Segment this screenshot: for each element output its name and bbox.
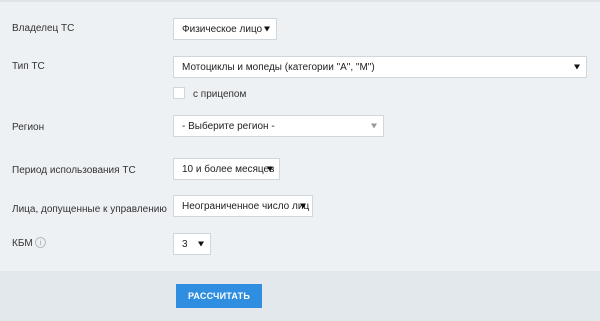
kbm-select[interactable]: 3 bbox=[173, 233, 211, 255]
owner-select-value: Физическое лицо bbox=[182, 23, 263, 35]
calculate-button[interactable]: РАССЧИТАТЬ bbox=[176, 284, 262, 308]
chevron-down-icon bbox=[574, 64, 580, 70]
region-select-value: - Выберите регион - bbox=[182, 120, 275, 132]
chevron-down-icon bbox=[300, 203, 306, 209]
kbm-select-value: 3 bbox=[182, 238, 188, 250]
owner-select[interactable]: Физическое лицо bbox=[173, 18, 277, 40]
trailer-checkbox-label[interactable]: с прицепом bbox=[193, 89, 246, 100]
usage-period-label: Период использования ТС bbox=[12, 165, 136, 176]
form-footer bbox=[0, 271, 600, 321]
owner-label: Владелец ТС bbox=[12, 23, 75, 34]
chevron-down-icon bbox=[267, 166, 273, 172]
osago-calculator-form: Владелец ТС Физическое лицо Тип ТС Мотоц… bbox=[0, 0, 600, 321]
chevron-down-icon bbox=[198, 241, 204, 247]
vehicle-type-select[interactable]: Мотоциклы и мопеды (категории "A", "M") bbox=[173, 56, 587, 78]
usage-period-select-value: 10 и более месяцев bbox=[182, 163, 275, 175]
region-select[interactable]: - Выберите регион - bbox=[173, 115, 384, 137]
region-label: Регион bbox=[12, 122, 45, 133]
info-icon[interactable]: i bbox=[35, 237, 46, 248]
usage-period-select[interactable]: 10 и более месяцев bbox=[173, 158, 280, 180]
trailer-checkbox[interactable] bbox=[173, 87, 185, 99]
vehicle-type-select-value: Мотоциклы и мопеды (категории "A", "M") bbox=[182, 61, 375, 73]
drivers-select[interactable]: Неограниченное число лиц bbox=[173, 195, 313, 217]
drivers-select-value: Неограниченное число лиц bbox=[182, 200, 310, 212]
drivers-label: Лица, допущенные к управлению bbox=[12, 204, 167, 215]
chevron-down-icon bbox=[371, 123, 377, 129]
top-divider bbox=[0, 0, 600, 2]
chevron-down-icon bbox=[264, 26, 270, 32]
kbm-label: КБМ bbox=[12, 238, 33, 249]
vehicle-type-label: Тип ТС bbox=[12, 61, 45, 72]
